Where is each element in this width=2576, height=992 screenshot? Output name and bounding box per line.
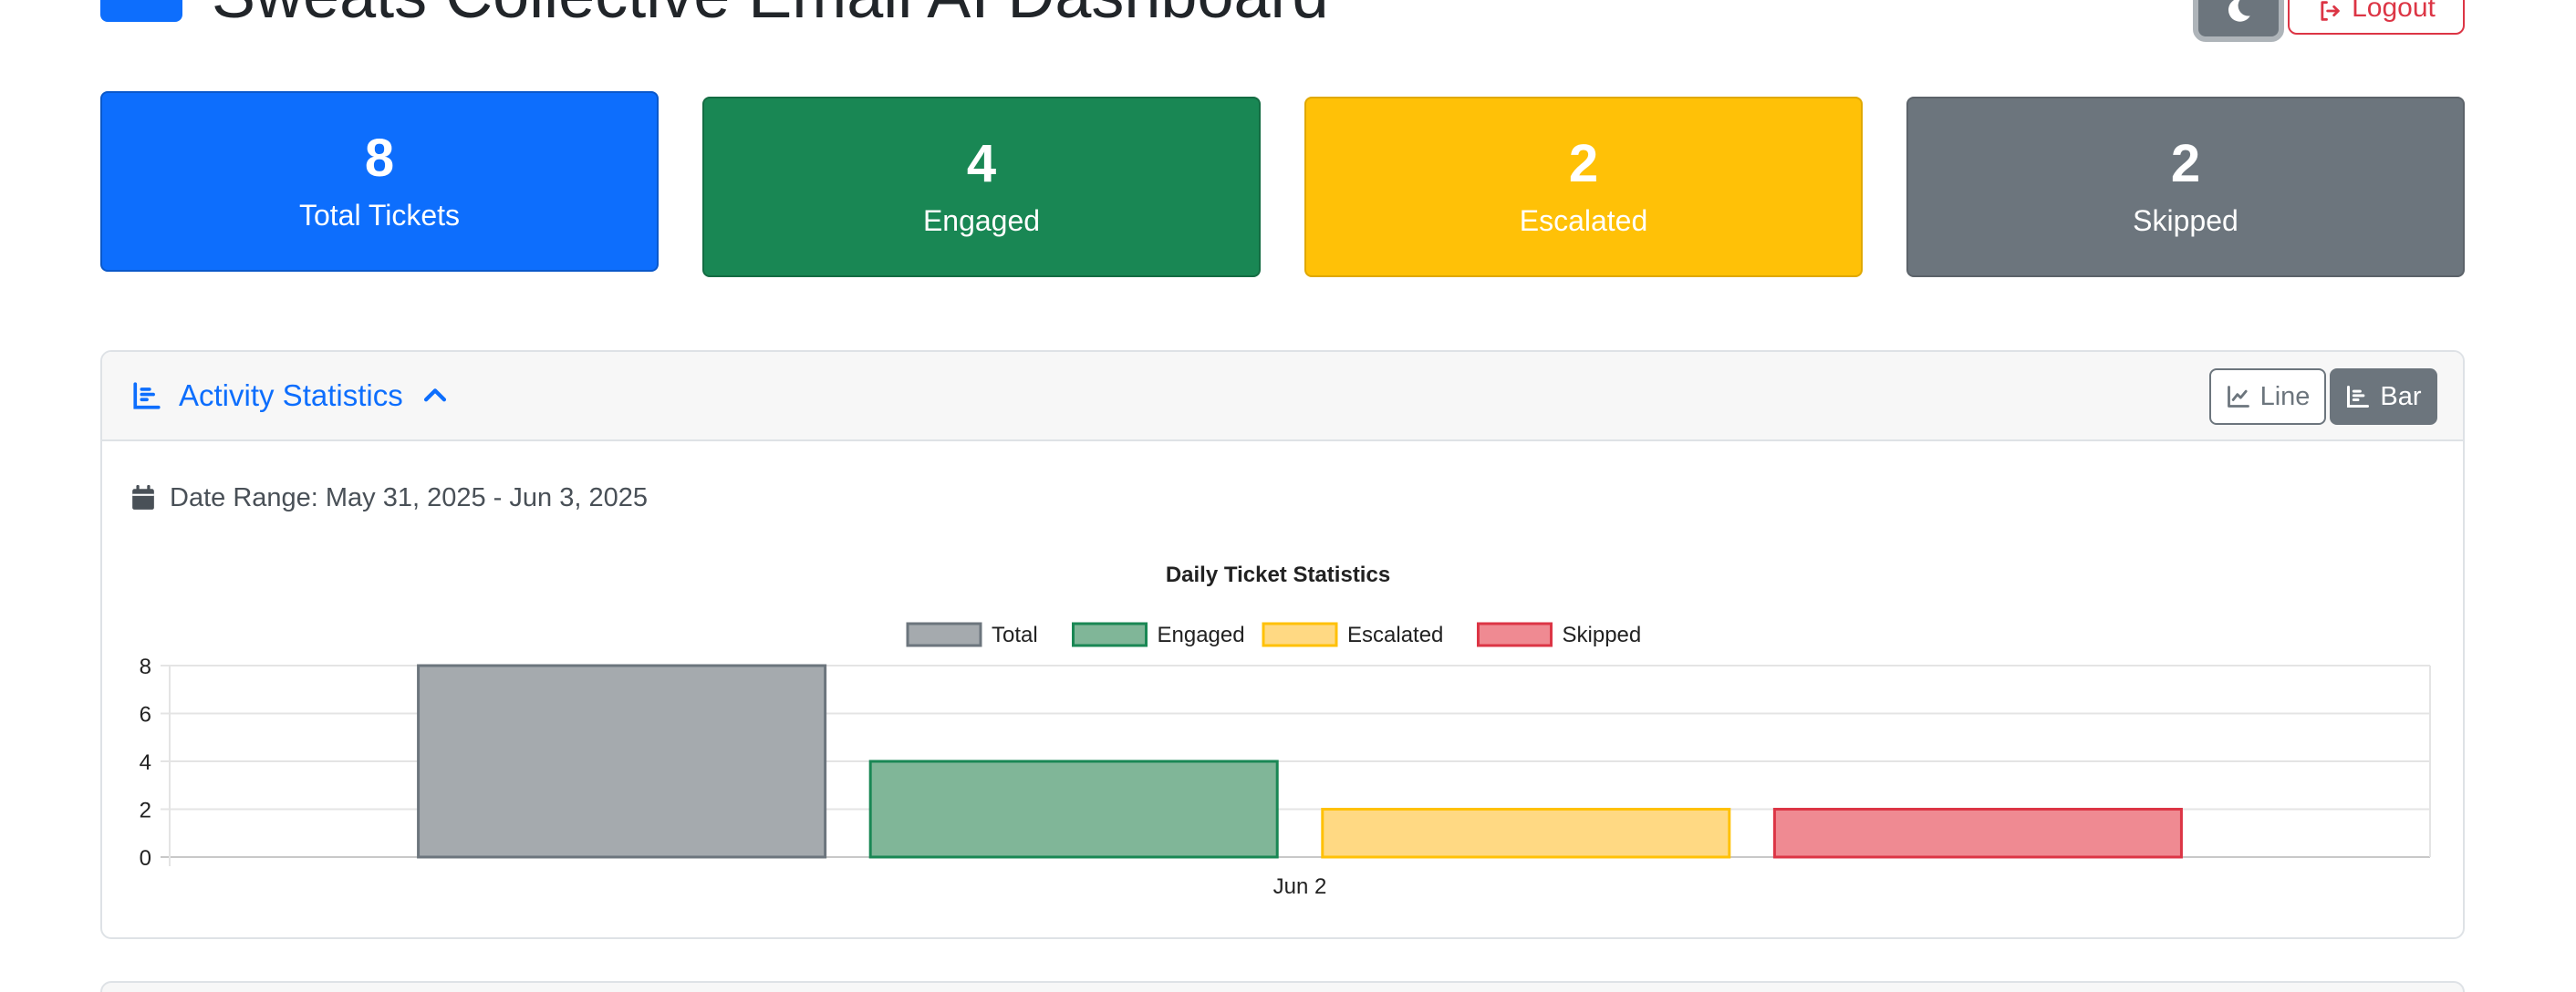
escalated-value: 2 bbox=[1568, 134, 1599, 193]
total-tickets-label: Total Tickets bbox=[298, 199, 461, 232]
total-tickets-card: 8 Total Tickets bbox=[100, 91, 659, 272]
legend-label-total: Total bbox=[992, 623, 1038, 647]
skipped-value: 2 bbox=[2170, 134, 2201, 193]
escalated-card: 2 Escalated bbox=[1304, 97, 1863, 277]
engaged-label: Engaged bbox=[922, 204, 1041, 237]
logout-icon bbox=[2321, 1, 2340, 21]
brand-logo bbox=[100, 0, 182, 22]
activity-statistics-card: Activity Statistics Line Bar Date Range:… bbox=[100, 350, 2465, 939]
legend-swatch-engaged bbox=[1072, 622, 1148, 647]
legend-label-skipped: Skipped bbox=[1563, 623, 1642, 647]
x-tick-label: Jun 2 bbox=[1273, 874, 1327, 899]
y-tick-label-6: 6 bbox=[140, 703, 151, 728]
bar-skipped bbox=[1772, 808, 2183, 859]
page-title: Sweats Collective Email AI Dashboard bbox=[212, 0, 1329, 31]
legend-swatch-escalated bbox=[1262, 622, 1338, 647]
dashboard-page: Sweats Collective Email AI Dashboard Log… bbox=[0, 0, 2576, 992]
daily-ticket-chart: Daily Ticket Statistics Total Engaged Escal… bbox=[140, 563, 2431, 899]
legend-swatch-total bbox=[906, 622, 982, 647]
skipped-card: 2 Skipped bbox=[1906, 97, 2465, 277]
y-tick-label-2: 2 bbox=[140, 799, 151, 823]
bar-engaged bbox=[868, 760, 1279, 859]
next-section-card bbox=[100, 981, 2465, 992]
skipped-label: Skipped bbox=[2133, 204, 2238, 237]
moon-icon bbox=[2228, 0, 2250, 22]
bar-total bbox=[417, 664, 827, 859]
y-tick-label-8: 8 bbox=[140, 655, 151, 679]
logout-button[interactable]: Logout bbox=[2288, 0, 2465, 35]
engaged-value: 4 bbox=[966, 134, 997, 193]
legend-label-escalated: Escalated bbox=[1347, 623, 1443, 647]
theme-toggle-button[interactable] bbox=[2193, 0, 2284, 42]
y-tick-label-0: 0 bbox=[140, 846, 151, 871]
y-tick-label-4: 4 bbox=[140, 750, 151, 775]
logout-label: Logout bbox=[2352, 0, 2436, 23]
legend-label-engaged: Engaged bbox=[1158, 623, 1245, 647]
engaged-card: 4 Engaged bbox=[702, 97, 1261, 277]
escalated-label: Escalated bbox=[1519, 204, 1648, 237]
legend-swatch-skipped bbox=[1477, 622, 1553, 647]
bar-escalated bbox=[1321, 808, 1731, 859]
chart-title: Daily Ticket Statistics bbox=[1166, 563, 1390, 587]
total-tickets-value: 8 bbox=[364, 129, 395, 188]
